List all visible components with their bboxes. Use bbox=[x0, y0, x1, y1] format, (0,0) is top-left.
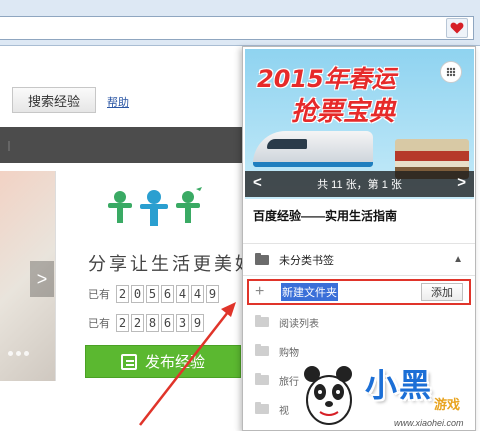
address-bar bbox=[0, 0, 480, 46]
bookmark-button[interactable] bbox=[446, 18, 468, 38]
slide-counter: 共 11 张，第 1 张 bbox=[317, 179, 402, 191]
publish-button[interactable]: 发布经验 bbox=[85, 345, 241, 378]
divider bbox=[243, 275, 475, 276]
url-field[interactable] bbox=[0, 16, 474, 40]
folder-selector[interactable]: 未分类书签 ▲ bbox=[243, 247, 475, 273]
folder-item-travel[interactable]: 旅行 bbox=[243, 367, 475, 393]
divider bbox=[243, 243, 475, 244]
search-button[interactable]: 搜索经验 bbox=[12, 87, 96, 113]
banner-title-line2: 抢票宝典 bbox=[291, 97, 396, 127]
nav-bar bbox=[0, 127, 242, 163]
counter-digit: 3 bbox=[176, 314, 189, 332]
bookmark-popup: 2015年春运 抢票宝典 < 共 11 张，第 1 张 > 百度经验——实用生活… bbox=[242, 46, 476, 431]
heart-icon bbox=[450, 22, 464, 34]
folder-icon bbox=[255, 344, 269, 356]
plus-icon: + bbox=[255, 283, 265, 300]
panda-mascot-icon bbox=[304, 366, 352, 425]
help-link[interactable]: 帮助 bbox=[107, 94, 129, 110]
folder-icon bbox=[255, 315, 269, 327]
add-button[interactable]: 添加 bbox=[421, 283, 463, 301]
community-logo-icon bbox=[108, 187, 202, 226]
slide-counter-bar: < 共 11 张，第 1 张 > bbox=[245, 171, 474, 197]
edit-icon bbox=[120, 353, 137, 370]
counter-digit: 8 bbox=[146, 314, 159, 332]
watermark-url: www.xiaohei.com bbox=[394, 418, 464, 428]
watermark-game: 游戏 bbox=[434, 398, 461, 413]
folder-item-label: 购物 bbox=[279, 347, 299, 359]
next-slide-icon[interactable]: > bbox=[457, 174, 466, 191]
watermark-brand: 小黑 bbox=[365, 366, 434, 404]
new-folder-input[interactable]: 新建文件夹 bbox=[281, 283, 381, 301]
new-folder-row: + 新建文件夹 添加 bbox=[247, 279, 471, 305]
folder-item-shopping[interactable]: 购物 bbox=[243, 338, 475, 364]
folder-icon bbox=[255, 373, 269, 385]
folder-item-label: 阅读列表 bbox=[279, 318, 319, 330]
counter-digit: 2 bbox=[116, 285, 129, 303]
apps-grid-icon[interactable] bbox=[440, 61, 462, 83]
counter-digit: 6 bbox=[161, 285, 174, 303]
folder-item-label: 视 bbox=[279, 405, 289, 417]
counter-digit: 4 bbox=[176, 285, 189, 303]
counter-row-2: 已有 2 2 8 6 3 9 bbox=[88, 314, 204, 332]
chevron-up-icon: ▲ bbox=[453, 254, 463, 265]
banner-title-line1: 2015年春运 bbox=[257, 65, 396, 93]
counter-label: 已有 bbox=[88, 289, 110, 301]
counter-digit: 2 bbox=[116, 314, 129, 332]
counter-digit: 6 bbox=[161, 314, 174, 332]
counter-digit: 4 bbox=[191, 285, 204, 303]
counter-digit: 2 bbox=[131, 314, 144, 332]
publish-button-label: 发布经验 bbox=[144, 354, 205, 371]
counter-row-1: 已有 2 0 5 6 4 4 9 bbox=[88, 285, 219, 303]
counter-digit: 9 bbox=[191, 314, 204, 332]
counter-digit: 0 bbox=[131, 285, 144, 303]
folder-item-reading-list[interactable]: 阅读列表 bbox=[243, 309, 475, 335]
prev-slide-icon[interactable]: < bbox=[253, 174, 262, 191]
counter-digit: 5 bbox=[146, 285, 159, 303]
new-folder-input-text: 新建文件夹 bbox=[281, 283, 338, 301]
carousel-next-icon[interactable]: > bbox=[30, 261, 54, 297]
counter-digit: 9 bbox=[206, 285, 219, 303]
folder-icon bbox=[255, 253, 269, 265]
folder-icon bbox=[255, 402, 269, 414]
counter-label: 已有 bbox=[88, 318, 110, 330]
slogan-text: 分享让生活更美好 bbox=[88, 254, 256, 275]
folder-name: 未分类书签 bbox=[279, 255, 334, 267]
train-illustration bbox=[253, 131, 373, 167]
folder-item-label: 旅行 bbox=[279, 376, 299, 388]
bookmark-title[interactable]: 百度经验——实用生活指南 bbox=[253, 207, 397, 224]
hero-carousel-image[interactable]: > bbox=[0, 171, 56, 381]
